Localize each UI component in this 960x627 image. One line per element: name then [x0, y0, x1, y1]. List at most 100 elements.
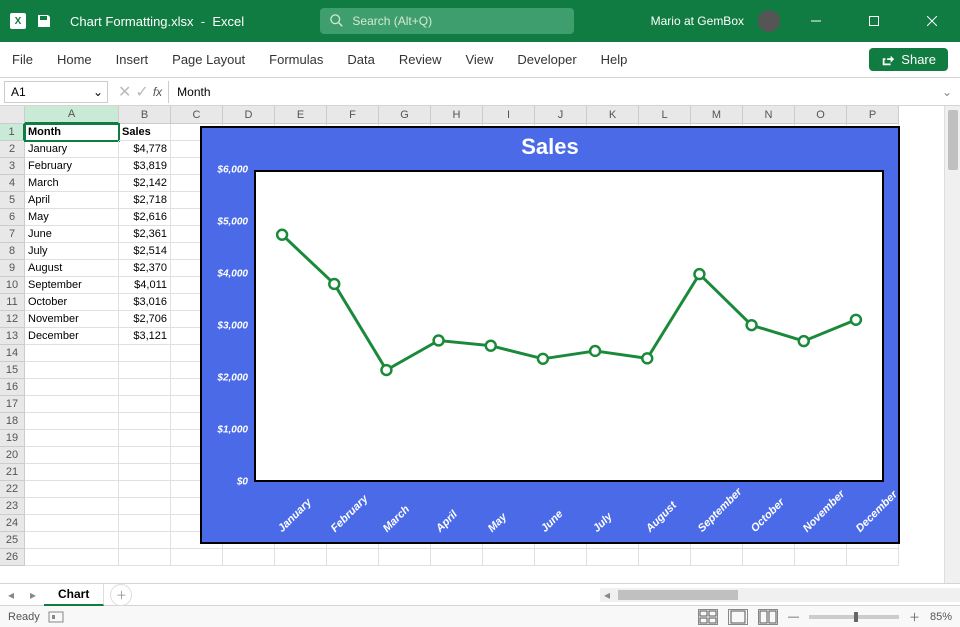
enter-icon[interactable]: ✓ — [135, 82, 148, 102]
add-sheet-button[interactable]: ＋ — [110, 584, 132, 606]
name-box[interactable]: A1 ⌄ — [4, 81, 108, 103]
cell-B25[interactable] — [119, 532, 171, 549]
row-header-14[interactable]: 14 — [0, 345, 25, 362]
cell-K26[interactable] — [587, 549, 639, 566]
cell-A1[interactable]: Month — [25, 124, 119, 141]
ribbon-tab-view[interactable]: View — [465, 42, 493, 78]
row-header-22[interactable]: 22 — [0, 481, 25, 498]
cell-A8[interactable]: July — [25, 243, 119, 260]
ribbon-tab-formulas[interactable]: Formulas — [269, 42, 323, 78]
row-header-17[interactable]: 17 — [0, 396, 25, 413]
row-header-26[interactable]: 26 — [0, 549, 25, 566]
cell-B17[interactable] — [119, 396, 171, 413]
search-box[interactable]: Search (Alt+Q) — [320, 8, 574, 34]
cell-A2[interactable]: January — [25, 141, 119, 158]
cell-A24[interactable] — [25, 515, 119, 532]
row-header-13[interactable]: 13 — [0, 328, 25, 345]
cell-F26[interactable] — [327, 549, 379, 566]
cell-B26[interactable] — [119, 549, 171, 566]
cell-A11[interactable]: October — [25, 294, 119, 311]
ribbon-tab-developer[interactable]: Developer — [517, 42, 576, 78]
cell-B4[interactable]: $2,142 — [119, 175, 171, 192]
zoom-slider[interactable] — [809, 615, 899, 619]
cell-P26[interactable] — [847, 549, 899, 566]
ribbon-tab-file[interactable]: File — [12, 42, 33, 78]
zoom-out-button[interactable]: — — [788, 611, 799, 623]
horizontal-scrollbar[interactable]: ◂ — [600, 588, 960, 602]
cell-A22[interactable] — [25, 481, 119, 498]
col-header-G[interactable]: G — [379, 106, 431, 124]
row-header-21[interactable]: 21 — [0, 464, 25, 481]
cell-A9[interactable]: August — [25, 260, 119, 277]
cell-G26[interactable] — [379, 549, 431, 566]
zoom-in-button[interactable]: ＋ — [909, 609, 920, 625]
cell-B3[interactable]: $3,819 — [119, 158, 171, 175]
col-header-E[interactable]: E — [275, 106, 327, 124]
cell-B9[interactable]: $2,370 — [119, 260, 171, 277]
cell-B23[interactable] — [119, 498, 171, 515]
col-header-H[interactable]: H — [431, 106, 483, 124]
cell-A18[interactable] — [25, 413, 119, 430]
col-header-M[interactable]: M — [691, 106, 743, 124]
fx-icon[interactable]: fx — [153, 85, 162, 99]
chevron-down-icon[interactable]: ⌄ — [93, 85, 103, 99]
cell-B1[interactable]: Sales — [119, 124, 171, 141]
row-header-24[interactable]: 24 — [0, 515, 25, 532]
col-header-L[interactable]: L — [639, 106, 691, 124]
share-button[interactable]: Share — [869, 48, 948, 71]
ribbon-tab-data[interactable]: Data — [347, 42, 374, 78]
minimize-button[interactable] — [794, 0, 838, 42]
row-header-16[interactable]: 16 — [0, 379, 25, 396]
cell-A7[interactable]: June — [25, 226, 119, 243]
row-header-12[interactable]: 12 — [0, 311, 25, 328]
cell-B11[interactable]: $3,016 — [119, 294, 171, 311]
cancel-icon[interactable]: ✕ — [118, 82, 131, 102]
cell-A6[interactable]: May — [25, 209, 119, 226]
row-header-23[interactable]: 23 — [0, 498, 25, 515]
cell-A13[interactable]: December — [25, 328, 119, 345]
cell-B18[interactable] — [119, 413, 171, 430]
cell-B12[interactable]: $2,706 — [119, 311, 171, 328]
col-header-I[interactable]: I — [483, 106, 535, 124]
cell-A3[interactable]: February — [25, 158, 119, 175]
row-header-20[interactable]: 20 — [0, 447, 25, 464]
row-header-18[interactable]: 18 — [0, 413, 25, 430]
cell-B22[interactable] — [119, 481, 171, 498]
vertical-scrollbar[interactable] — [944, 106, 960, 583]
row-header-9[interactable]: 9 — [0, 260, 25, 277]
row-header-5[interactable]: 5 — [0, 192, 25, 209]
cell-A17[interactable] — [25, 396, 119, 413]
col-header-B[interactable]: B — [119, 106, 171, 124]
cell-D26[interactable] — [223, 549, 275, 566]
cell-B6[interactable]: $2,616 — [119, 209, 171, 226]
cell-A23[interactable] — [25, 498, 119, 515]
close-button[interactable] — [910, 0, 954, 42]
row-header-2[interactable]: 2 — [0, 141, 25, 158]
embedded-chart[interactable]: Sales $0$1,000$2,000$3,000$4,000$5,000$6… — [200, 126, 900, 544]
col-header-O[interactable]: O — [795, 106, 847, 124]
row-header-19[interactable]: 19 — [0, 430, 25, 447]
cell-B20[interactable] — [119, 447, 171, 464]
cell-A14[interactable] — [25, 345, 119, 362]
cell-B8[interactable]: $2,514 — [119, 243, 171, 260]
page-break-view-button[interactable] — [758, 609, 778, 625]
row-header-4[interactable]: 4 — [0, 175, 25, 192]
cell-B13[interactable]: $3,121 — [119, 328, 171, 345]
cell-L26[interactable] — [639, 549, 691, 566]
cell-A12[interactable]: November — [25, 311, 119, 328]
col-header-F[interactable]: F — [327, 106, 379, 124]
col-header-A[interactable]: A — [25, 106, 119, 124]
row-header-10[interactable]: 10 — [0, 277, 25, 294]
ribbon-tab-insert[interactable]: Insert — [116, 42, 149, 78]
cell-B5[interactable]: $2,718 — [119, 192, 171, 209]
zoom-level[interactable]: 85% — [930, 611, 952, 623]
row-header-6[interactable]: 6 — [0, 209, 25, 226]
row-header-3[interactable]: 3 — [0, 158, 25, 175]
ribbon-tab-page-layout[interactable]: Page Layout — [172, 42, 245, 78]
row-header-8[interactable]: 8 — [0, 243, 25, 260]
sheet-nav-prev[interactable]: ◂ — [0, 584, 22, 606]
normal-view-button[interactable] — [698, 609, 718, 625]
cell-I26[interactable] — [483, 549, 535, 566]
cell-B24[interactable] — [119, 515, 171, 532]
page-layout-view-button[interactable] — [728, 609, 748, 625]
